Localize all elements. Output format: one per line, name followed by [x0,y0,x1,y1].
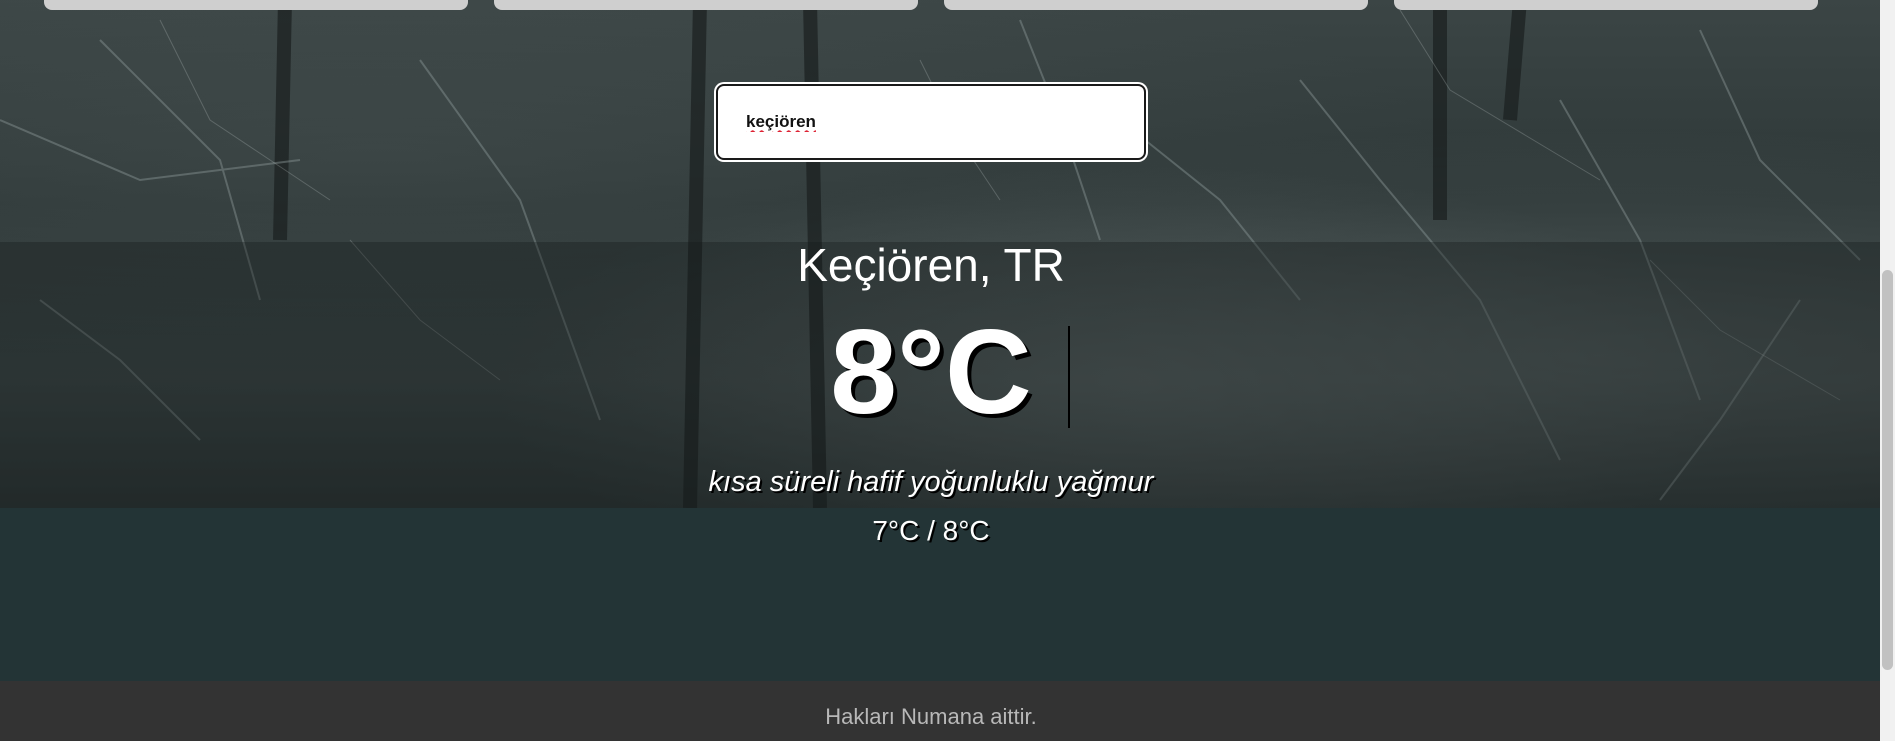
current-temperature: 8°C [830,305,1032,439]
weather-description: kısa süreli hafif yoğunluklu yağmur [708,466,1154,498]
weather-page: Keçiören, TR 8°C kısa süreli hafif yoğun… [0,0,1895,741]
scrollbar-thumb[interactable] [1882,270,1893,670]
top-card[interactable] [1394,0,1818,10]
page-scrollbar[interactable] [1880,0,1895,741]
top-card[interactable] [44,0,468,10]
city-search-input[interactable] [744,111,1118,133]
location-title: Keçiören, TR [797,239,1065,291]
city-search-box[interactable] [716,84,1146,160]
top-card[interactable] [494,0,918,10]
footer-copyright: Hakları Numana aittir. [825,704,1037,729]
min-max-temperature: 7°C / 8°C [872,515,990,546]
top-card[interactable] [944,0,1368,10]
text-cursor [1068,326,1070,428]
